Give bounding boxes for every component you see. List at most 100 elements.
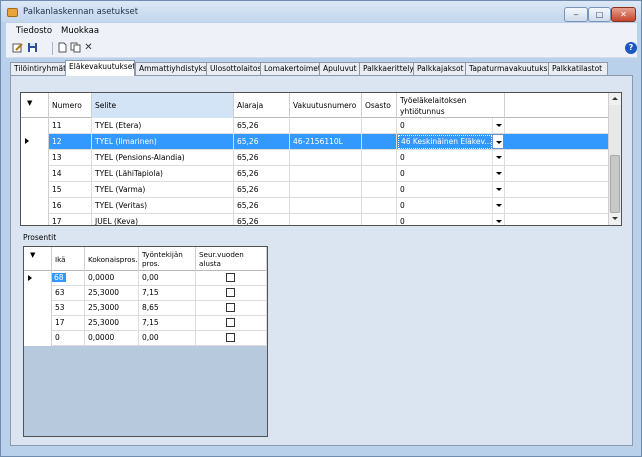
- col-header-vakuutusnumero[interactable]: Vakuutusnumero: [290, 93, 362, 118]
- grid-corner[interactable]: ▼: [21, 93, 49, 118]
- scroll-thumb[interactable]: [610, 155, 620, 213]
- row-header[interactable]: [21, 134, 49, 150]
- col-header-osasto[interactable]: Osasto: [362, 93, 397, 118]
- tab-lomakertoimet[interactable]: Lomakertoimet: [260, 62, 320, 76]
- row-header[interactable]: [21, 198, 49, 214]
- dropdown-arrow-icon[interactable]: [492, 182, 504, 197]
- delete-icon[interactable]: ✕: [83, 42, 94, 54]
- menu-muokkaa[interactable]: Muokkaa: [61, 26, 99, 36]
- cell-ika[interactable]: 63: [52, 286, 85, 301]
- row-header[interactable]: [24, 316, 52, 331]
- cell-vakuutusnumero[interactable]: [290, 166, 362, 182]
- close-button[interactable]: ✕: [611, 7, 636, 22]
- cell-alaraja[interactable]: 65,26: [234, 134, 290, 150]
- insurance-grid[interactable]: ▼ Numero Selite Alaraja Vakuutusnumero O…: [20, 92, 622, 226]
- cell-numero[interactable]: 15: [49, 182, 92, 198]
- cell-yhtiotunnus[interactable]: 0: [397, 150, 505, 166]
- cell-osasto[interactable]: [362, 166, 397, 182]
- cell-tyontekijan-pros[interactable]: 7,15: [139, 286, 196, 301]
- maximize-button[interactable]: □: [588, 7, 611, 22]
- cell-alaraja[interactable]: 65,26: [234, 198, 290, 214]
- cell-tyontekijan-pros[interactable]: 0,00: [139, 331, 196, 346]
- cell-alaraja[interactable]: 65,26: [234, 150, 290, 166]
- cell-vakuutusnumero[interactable]: [290, 198, 362, 214]
- dropdown-arrow-icon[interactable]: [492, 166, 504, 181]
- dropdown-arrow-icon[interactable]: [492, 198, 504, 213]
- cell-ika[interactable]: 68: [52, 273, 66, 282]
- cell-vakuutusnumero[interactable]: [290, 150, 362, 166]
- col-header-selite[interactable]: Selite: [92, 93, 234, 118]
- cell-alaraja[interactable]: 65,26: [234, 166, 290, 182]
- tab-apuluvut[interactable]: Apuluvut: [319, 62, 360, 76]
- dropdown-arrow-icon[interactable]: [492, 214, 504, 225]
- checkbox[interactable]: [226, 303, 235, 312]
- minimize-button[interactable]: ‒: [564, 7, 588, 22]
- cell-numero[interactable]: 11: [49, 118, 92, 134]
- cell-tyontekijan-pros[interactable]: 0,00: [139, 271, 196, 286]
- cell-osasto[interactable]: [362, 118, 397, 134]
- cell-yhtiotunnus[interactable]: 0: [397, 182, 505, 198]
- cell-numero[interactable]: 14: [49, 166, 92, 182]
- cell-vakuutusnumero[interactable]: [290, 214, 362, 225]
- cell-alaraja[interactable]: 65,26: [234, 118, 290, 134]
- table-row[interactable]: 14 TYEL (LähiTapiola) 65,26 0: [21, 166, 608, 182]
- col-header-alaraja[interactable]: Alaraja: [234, 93, 290, 118]
- table-row[interactable]: 68 0,0000 0,00: [24, 271, 267, 286]
- copy-icon[interactable]: [70, 42, 81, 54]
- col-header-yhtiotunnus[interactable]: Työeläkelaitoksen yhtiötunnus: [397, 93, 505, 118]
- cell-kokonaispros[interactable]: 0,0000: [85, 331, 139, 346]
- cell-osasto[interactable]: [362, 134, 397, 150]
- cell-tyontekijan-pros[interactable]: 8,65: [139, 301, 196, 316]
- cell-osasto[interactable]: [362, 150, 397, 166]
- cell-selite[interactable]: TYEL (Varma): [92, 182, 234, 198]
- table-row[interactable]: 11 TYEL (Etera) 65,26 0: [21, 118, 608, 134]
- table-row[interactable]: 15 TYEL (Varma) 65,26 0: [21, 182, 608, 198]
- cell-ika[interactable]: 17: [52, 316, 85, 331]
- col-header-seur-vuoden-alusta[interactable]: Seur.vuoden alusta: [196, 247, 267, 271]
- column-chooser-icon[interactable]: ▼: [27, 99, 32, 107]
- table-row[interactable]: 16 TYEL (Veritas) 65,26 0: [21, 198, 608, 214]
- cell-yhtiotunnus[interactable]: 0: [397, 118, 505, 134]
- vertical-scrollbar[interactable]: [608, 93, 621, 225]
- edit-icon[interactable]: [12, 42, 23, 54]
- dropdown-arrow-icon[interactable]: [492, 150, 504, 165]
- cell-kokonaispros[interactable]: 0,0000: [85, 271, 139, 286]
- table-row-selected[interactable]: 12 TYEL (Ilmarinen) 65,26 46-2156110L 46…: [21, 134, 608, 150]
- cell-osasto[interactable]: [362, 214, 397, 225]
- tab-tilointiryhmat[interactable]: Tilöintiryhmät: [10, 62, 66, 76]
- company-combo-editor[interactable]: 46 Keskinäinen Eläkev...: [398, 135, 492, 149]
- cell-kokonaispros[interactable]: 25,3000: [85, 286, 139, 301]
- checkbox[interactable]: [226, 288, 235, 297]
- cell-vakuutusnumero[interactable]: [290, 118, 362, 134]
- new-document-icon[interactable]: [57, 42, 68, 54]
- row-header[interactable]: [24, 271, 52, 286]
- table-row[interactable]: 17 JUEL (Keva) 65,26 0: [21, 214, 608, 225]
- cell-ika[interactable]: 0: [52, 331, 85, 346]
- dropdown-arrow-icon[interactable]: [492, 118, 504, 133]
- save-icon[interactable]: [27, 42, 38, 54]
- cell-yhtiotunnus[interactable]: 0: [397, 214, 505, 225]
- cell-yhtiotunnus[interactable]: 0: [397, 166, 505, 182]
- scroll-up-icon[interactable]: [609, 93, 621, 105]
- table-row[interactable]: 17 25,3000 7,15: [24, 316, 267, 331]
- col-header-numero[interactable]: Numero: [49, 93, 92, 118]
- table-row[interactable]: 0 0,0000 0,00: [24, 331, 267, 346]
- checkbox[interactable]: [226, 273, 235, 282]
- tab-palkkaerittely[interactable]: Palkkaerittely: [359, 62, 414, 76]
- cell-selite[interactable]: TYEL (Etera): [92, 118, 234, 134]
- cell-yhtiotunnus[interactable]: 0: [397, 198, 505, 214]
- tab-elakevakuutukset[interactable]: Eläkevakuutukset: [65, 60, 135, 76]
- tab-palkkatilastot[interactable]: Palkkatilastot: [548, 62, 608, 76]
- row-header[interactable]: [21, 182, 49, 198]
- cell-ika[interactable]: 53: [52, 301, 85, 316]
- col-header-ika[interactable]: Ikä: [52, 247, 85, 271]
- cell-selite[interactable]: JUEL (Keva): [92, 214, 234, 225]
- menu-tiedosto[interactable]: Tiedosto: [16, 26, 52, 36]
- cell-alaraja[interactable]: 65,26: [234, 214, 290, 225]
- table-row[interactable]: 53 25,3000 8,65: [24, 301, 267, 316]
- checkbox[interactable]: [226, 318, 235, 327]
- cell-numero[interactable]: 13: [49, 150, 92, 166]
- cell-selite[interactable]: TYEL (Ilmarinen): [92, 134, 234, 150]
- cell-alaraja[interactable]: 65,26: [234, 182, 290, 198]
- row-header[interactable]: [24, 301, 52, 316]
